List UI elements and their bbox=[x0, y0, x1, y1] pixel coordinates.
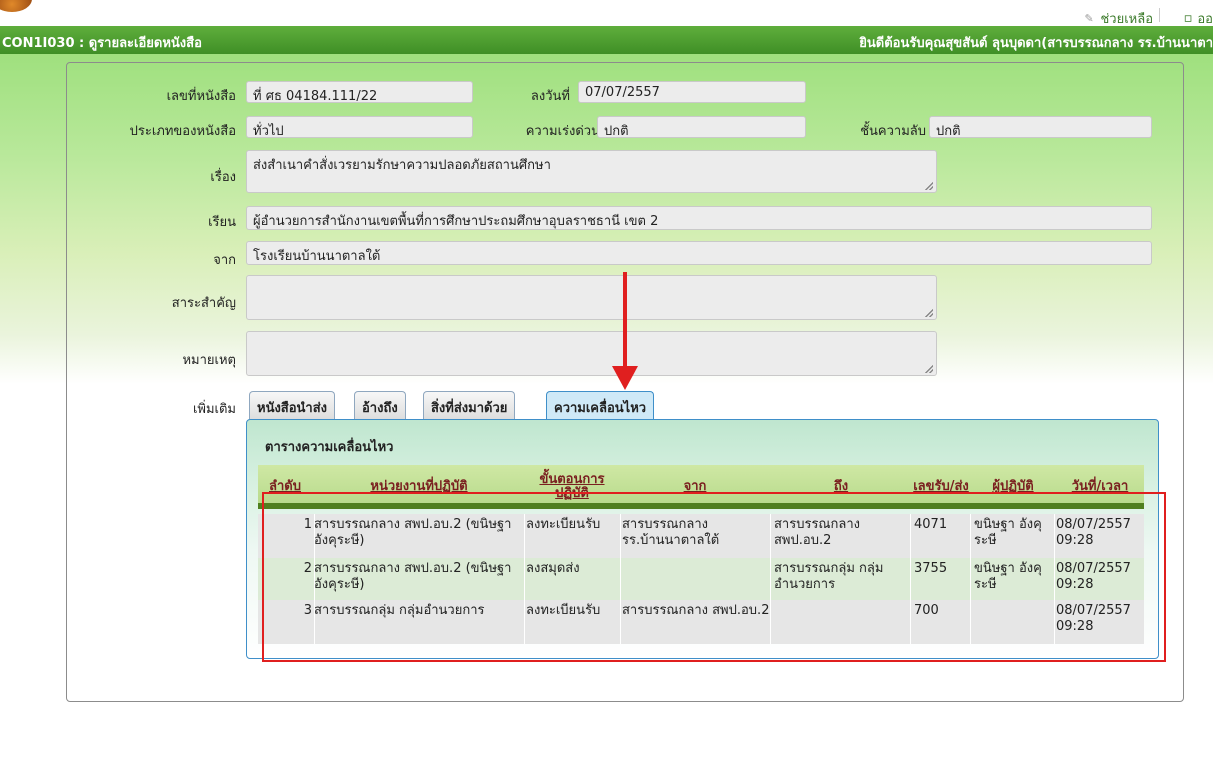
tab-reference[interactable]: อ้างถึง bbox=[354, 391, 406, 419]
divider bbox=[1159, 8, 1160, 22]
annotation-arrow-shaft bbox=[623, 272, 627, 370]
secrecy-label: ชั้นความลับ bbox=[860, 124, 926, 139]
tab-attachments[interactable]: สิ่งที่ส่งมาด้วย bbox=[423, 391, 516, 419]
exit-icon: ▫ bbox=[1183, 11, 1193, 26]
note-label: หมายเหตุ bbox=[182, 353, 236, 368]
from-field[interactable]: โรงเรียนบ้านนาตาลใต้ bbox=[246, 241, 1152, 265]
subject-field[interactable]: ส่งสำเนาคำสั่งเวรยามรักษาความปลอดภัยสถาน… bbox=[246, 150, 937, 193]
movement-caption: ตารางความเคลื่อนไหว bbox=[265, 440, 394, 455]
secrecy-field[interactable]: ปกติ bbox=[929, 116, 1152, 138]
welcome-text: ยินดีต้อนรับคุณสุขสันต์ ลุนบุดดา(สารบรรณ… bbox=[859, 36, 1213, 51]
top-bar: ✎ ช่วยเหลือ ▫ ออ bbox=[0, 0, 1213, 27]
annotation-arrow-icon bbox=[612, 366, 638, 390]
annotation-highlight-box bbox=[262, 492, 1166, 662]
doc-no-label: เลขที่หนังสือ bbox=[166, 89, 236, 104]
type-label: ประเภทของหนังสือ bbox=[129, 124, 236, 139]
urgency-label: ความเร่งด่วน bbox=[525, 124, 600, 139]
date-label: ลงวันที่ bbox=[530, 89, 570, 104]
title-bar: CON1I030 : ดูรายละเอียดหนังสือ ยินดีต้อน… bbox=[0, 26, 1213, 54]
note-field[interactable] bbox=[246, 331, 937, 376]
subject-text: ส่งสำเนาคำสั่งเวรยามรักษาความปลอดภัยสถาน… bbox=[253, 158, 551, 173]
subject-label: เรื่อง bbox=[210, 170, 236, 185]
urgency-field[interactable]: ปกติ bbox=[597, 116, 806, 138]
to-field[interactable]: ผู้อำนวยการสำนักงานเขตพื้นที่การศึกษาประ… bbox=[246, 206, 1152, 230]
more-label: เพิ่มเติม bbox=[192, 402, 236, 417]
summary-label: สาระสำคัญ bbox=[171, 296, 236, 311]
from-label: จาก bbox=[213, 253, 236, 268]
summary-field[interactable] bbox=[246, 275, 937, 320]
tab-movement[interactable]: ความเคลื่อนไหว bbox=[546, 391, 655, 420]
tab-cover-letter[interactable]: หนังสือนำส่ง bbox=[249, 391, 336, 419]
resize-grip-icon[interactable] bbox=[925, 309, 933, 317]
help-icon: ✎ bbox=[1084, 12, 1094, 25]
page-title: CON1I030 : ดูรายละเอียดหนังสือ bbox=[2, 36, 202, 51]
type-field[interactable]: ทั่วไป bbox=[246, 116, 473, 138]
resize-grip-icon[interactable] bbox=[925, 365, 933, 373]
doc-no-field[interactable]: ที่ ศธ 04184.111/22 bbox=[246, 81, 473, 103]
logo-icon bbox=[0, 0, 32, 12]
resize-grip-icon[interactable] bbox=[925, 182, 933, 190]
date-field[interactable]: 07/07/2557 bbox=[578, 81, 806, 103]
to-label: เรียน bbox=[208, 215, 236, 230]
